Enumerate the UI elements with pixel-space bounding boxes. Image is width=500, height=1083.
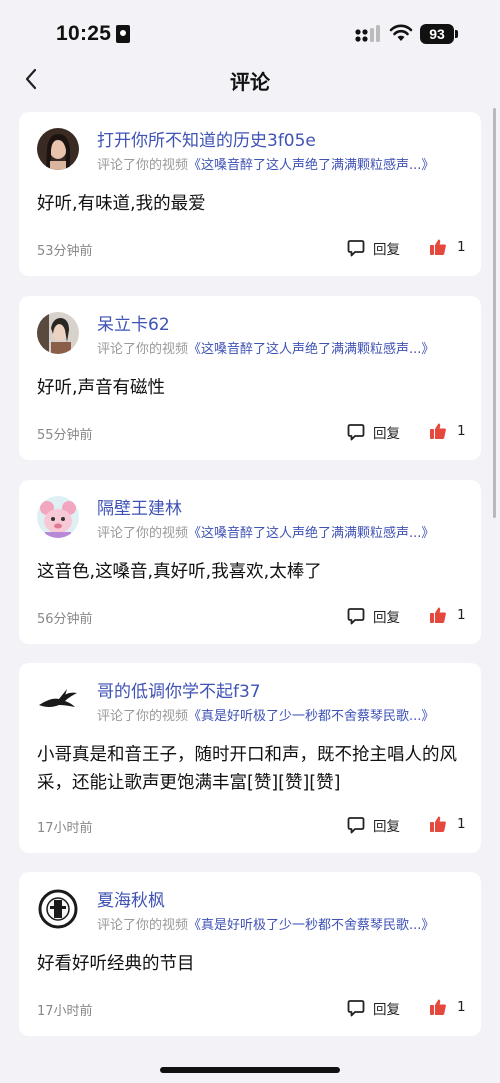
like-count: 1 — [457, 999, 466, 1015]
comment-context: 评论了你的视频《这嗓音醉了这人声绝了满满颗粒感声...》 — [97, 154, 434, 173]
video-link[interactable]: 《这嗓音醉了这人声绝了满满颗粒感声...》 — [188, 526, 434, 541]
comment-bubble-icon — [347, 608, 365, 625]
reply-button[interactable]: 回复 — [347, 815, 400, 835]
context-prefix: 评论了你的视频 — [97, 918, 189, 933]
comment-bubble-icon — [347, 240, 365, 257]
comment-card: 呆立卡62 评论了你的视频《这嗓音醉了这人声绝了满满颗粒感声...》 好听,声音… — [19, 296, 481, 460]
comment-card: 隔壁王建林 评论了你的视频《这嗓音醉了这人声绝了满满颗粒感声...》 这音色,这… — [19, 480, 481, 644]
thumbs-up-icon — [430, 239, 446, 255]
username[interactable]: 呆立卡62 — [97, 310, 170, 335]
username[interactable]: 隔壁王建林 — [97, 494, 182, 519]
reply-button[interactable]: 回复 — [347, 998, 400, 1018]
video-link[interactable]: 《这嗓音醉了这人声绝了满满颗粒感声...》 — [188, 158, 434, 173]
comment-text: 小哥真是和音王子，随时开口和声，既不抢主唱人的风采，还能让歌声更饱满丰富[赞][… — [37, 745, 457, 793]
context-prefix: 评论了你的视频 — [97, 526, 189, 541]
thumbs-up-icon — [430, 607, 446, 623]
battery-tip — [455, 30, 458, 38]
thumbs-up-icon — [430, 423, 446, 439]
comment-context: 评论了你的视频《这嗓音醉了这人声绝了满满颗粒感声...》 — [97, 338, 434, 357]
like-count: 1 — [457, 423, 466, 439]
timestamp: 17小时前 — [37, 821, 93, 836]
comment-context: 评论了你的视频《真是好听极了少一秒都不舍蔡琴民歌...》 — [97, 914, 434, 933]
reply-label: 回复 — [373, 1002, 400, 1018]
page-title: 评论 — [230, 70, 270, 94]
username[interactable]: 夏海秋枫 — [97, 886, 165, 911]
home-indicator[interactable] — [160, 1067, 340, 1073]
video-link[interactable]: 《真是好听极了少一秒都不舍蔡琴民歌...》 — [188, 918, 434, 933]
like-button[interactable]: 1 — [429, 606, 466, 624]
reply-button[interactable]: 回复 — [347, 606, 400, 626]
comment-text: 好听,声音有磁性 — [37, 378, 166, 398]
reply-label: 回复 — [373, 426, 400, 442]
comment-context: 评论了你的视频《这嗓音醉了这人声绝了满满颗粒感声...》 — [97, 522, 434, 541]
status-time: 10:25 — [56, 22, 112, 45]
nav-bar: 评论 — [0, 60, 500, 100]
scrollbar[interactable] — [493, 108, 496, 518]
comment-context: 评论了你的视频《真是好听极了少一秒都不舍蔡琴民歌...》 — [97, 705, 434, 724]
comment-text: 这音色,这嗓音,真好听,我喜欢,太棒了 — [37, 562, 322, 582]
like-count: 1 — [457, 239, 466, 255]
reply-button[interactable]: 回复 — [347, 422, 400, 442]
sim-card-icon — [116, 25, 130, 43]
like-count: 1 — [457, 816, 466, 832]
reply-button[interactable]: 回复 — [347, 238, 400, 258]
wifi-icon — [389, 24, 413, 41]
reply-label: 回复 — [373, 610, 400, 626]
reply-label: 回复 — [373, 242, 400, 258]
context-prefix: 评论了你的视频 — [97, 158, 189, 173]
like-button[interactable]: 1 — [429, 815, 466, 833]
timestamp: 53分钟前 — [37, 244, 93, 259]
cellular-signal-icon — [355, 25, 380, 42]
avatar[interactable] — [37, 496, 79, 538]
comment-card: 夏海秋枫 评论了你的视频《真是好听极了少一秒都不舍蔡琴民歌...》 好看好听经典… — [19, 872, 481, 1036]
avatar[interactable] — [37, 128, 79, 170]
avatar[interactable] — [37, 679, 79, 721]
context-prefix: 评论了你的视频 — [97, 342, 189, 357]
thumbs-up-icon — [430, 816, 446, 832]
battery-indicator: 93 — [420, 24, 454, 44]
comment-bubble-icon — [347, 1000, 365, 1017]
context-prefix: 评论了你的视频 — [97, 709, 189, 724]
avatar[interactable] — [37, 312, 79, 354]
like-button[interactable]: 1 — [429, 422, 466, 440]
thumbs-up-icon — [430, 999, 446, 1015]
video-link[interactable]: 《真是好听极了少一秒都不舍蔡琴民歌...》 — [188, 709, 434, 724]
comment-card: 打开你所不知道的历史3f05e 评论了你的视频《这嗓音醉了这人声绝了满满颗粒感声… — [19, 112, 481, 276]
timestamp: 56分钟前 — [37, 612, 93, 627]
comment-bubble-icon — [347, 424, 365, 441]
comment-text: 好听,有味道,我的最爱 — [37, 194, 206, 214]
like-button[interactable]: 1 — [429, 238, 466, 256]
username[interactable]: 哥的低调你学不起f37 — [97, 677, 261, 702]
timestamp: 17小时前 — [37, 1004, 93, 1019]
comment-bubble-icon — [347, 817, 365, 834]
video-link[interactable]: 《这嗓音醉了这人声绝了满满颗粒感声...》 — [188, 342, 434, 357]
like-button[interactable]: 1 — [429, 998, 466, 1016]
reply-label: 回复 — [373, 819, 400, 835]
comment-text: 好看好听经典的节目 — [37, 954, 195, 974]
avatar[interactable] — [37, 888, 79, 930]
username[interactable]: 打开你所不知道的历史3f05e — [97, 126, 316, 151]
like-count: 1 — [457, 607, 466, 623]
status-bar: 10:25 93 — [0, 0, 500, 60]
timestamp: 55分钟前 — [37, 428, 93, 443]
comment-card: 哥的低调你学不起f37 评论了你的视频《真是好听极了少一秒都不舍蔡琴民歌...》… — [19, 663, 481, 853]
